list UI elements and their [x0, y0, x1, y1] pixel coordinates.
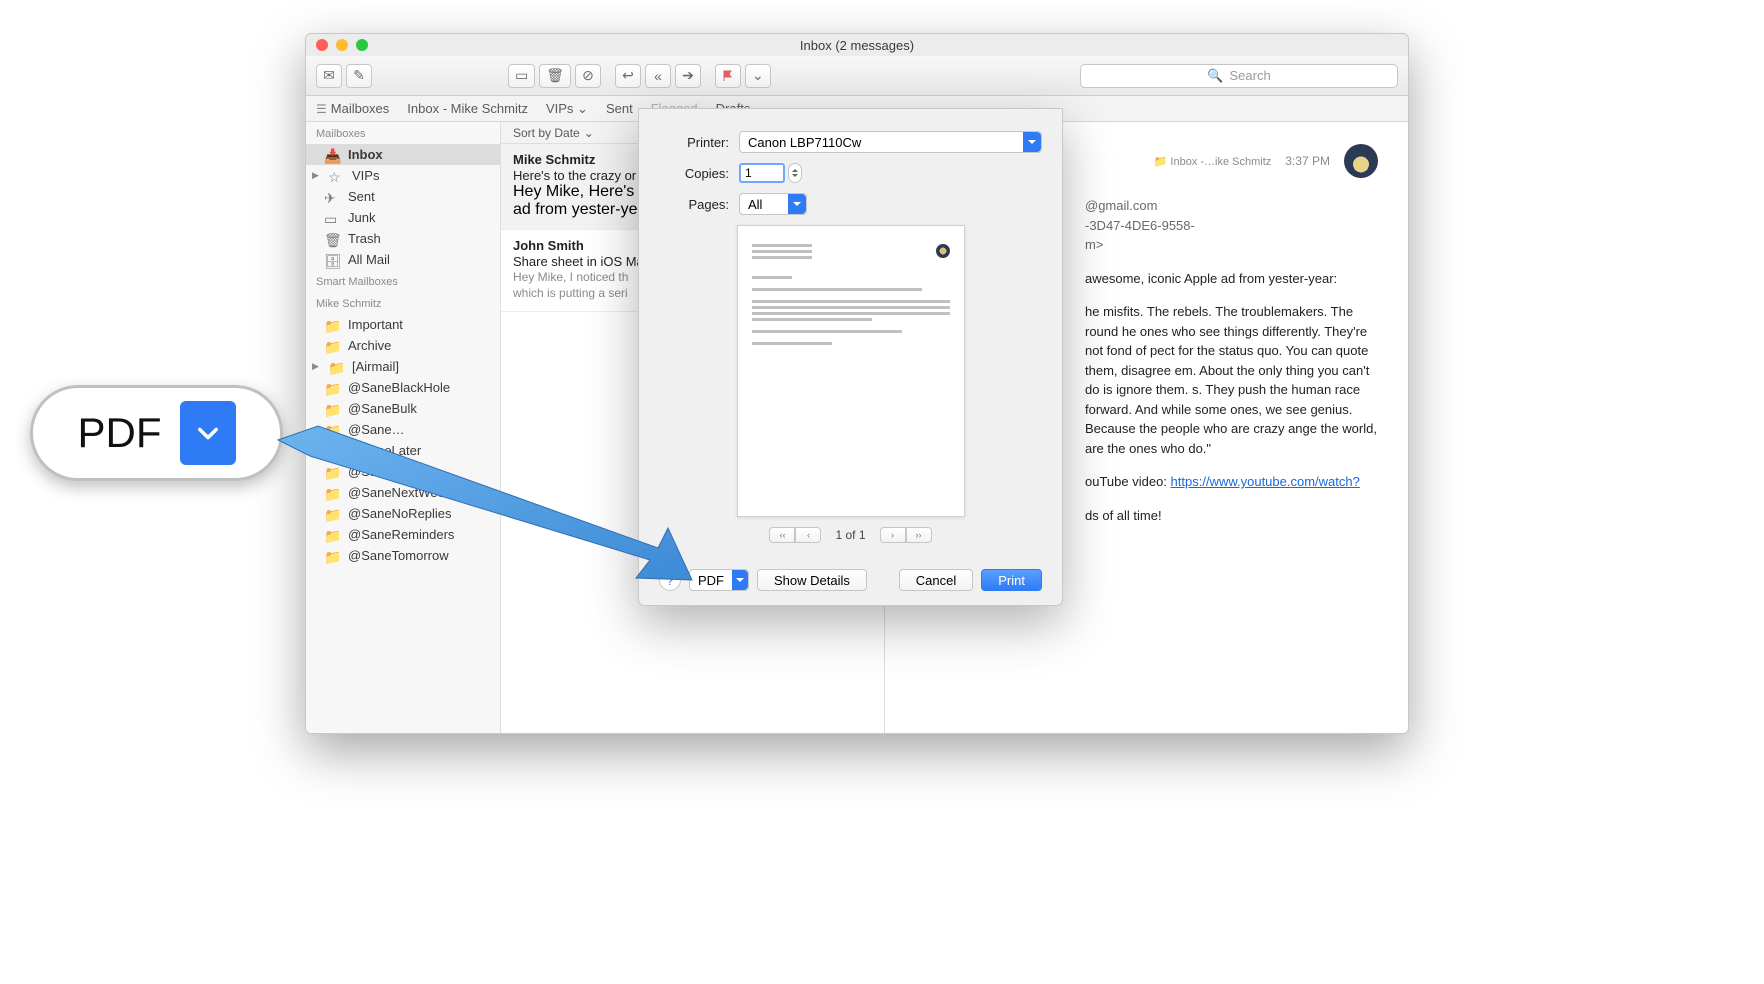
get-mail-button[interactable]: ✉ [316, 64, 342, 88]
junk-icon: ▭ [324, 211, 340, 225]
fav-inbox-account[interactable]: Inbox - Mike Schmitz [407, 101, 528, 116]
fav-vips[interactable]: VIPs ⌄ [546, 101, 588, 117]
flag-button[interactable] [715, 64, 741, 88]
sidebar-vips[interactable]: ▶☆VIPs [306, 165, 500, 186]
sidebar: Mailboxes 📥Inbox ▶☆VIPs ✈Sent ▭Junk 🗑Tra… [306, 122, 501, 733]
cancel-button[interactable]: Cancel [899, 569, 973, 591]
star-icon: ☆ [328, 169, 344, 183]
fav-sent[interactable]: Sent [606, 101, 633, 116]
fav-mailboxes[interactable]: ☰Mailboxes [316, 101, 389, 116]
help-button[interactable]: ? [659, 569, 681, 591]
reader-folder: 📁 Inbox -…ike Schmitz [1154, 155, 1272, 168]
search-placeholder: Search [1229, 68, 1270, 83]
chevron-down-icon [1023, 132, 1041, 152]
disclosure-icon[interactable]: ▶ [312, 361, 320, 372]
folder-icon: 📁 [324, 444, 340, 458]
sidebar-allmail[interactable]: 🗄All Mail [306, 249, 500, 270]
folder-icon: 📁 [324, 318, 340, 332]
copies-label: Copies: [659, 166, 729, 181]
reply-all-button[interactable]: « [645, 64, 671, 88]
chevron-down-icon [788, 194, 806, 214]
copies-input[interactable] [739, 163, 785, 183]
sidebar-folder[interactable]: 📁@SaneBulk [306, 398, 500, 419]
sidebar-section-smart: Smart Mailboxes [306, 270, 500, 292]
junk-button[interactable]: ⊘ [575, 64, 601, 88]
sidebar-inbox[interactable]: 📥Inbox [306, 144, 500, 165]
folder-icon: 📁 [324, 549, 340, 563]
print-preview: ‹‹‹ 1 of 1 ››› [659, 225, 1042, 557]
sidebar-folder[interactable]: 📁Archive [306, 335, 500, 356]
callout-pdf: PDF [30, 385, 283, 481]
sidebar-junk[interactable]: ▭Junk [306, 207, 500, 228]
pager-prev-group[interactable]: ‹‹‹ [769, 527, 821, 543]
sidebar-sent[interactable]: ✈Sent [306, 186, 500, 207]
sidebar-folder[interactable]: 📁@SaneTomorrow [306, 545, 500, 566]
sidebar-folder[interactable]: 📁@SaneLater [306, 440, 500, 461]
archive-button[interactable]: ▭ [508, 64, 535, 88]
folder-icon: 📁 [328, 360, 344, 374]
folder-icon: 📁 [324, 486, 340, 500]
avatar [1344, 144, 1378, 178]
pdf-menu-button[interactable]: PDF [689, 569, 749, 591]
folder-icon: 📁 [324, 528, 340, 542]
sidebar-section-account: Mike Schmitz [306, 292, 500, 314]
print-dialog: Printer: Canon LBP7110Cw Copies: Pages: … [638, 108, 1063, 606]
show-details-button[interactable]: Show Details [757, 569, 867, 591]
sidebar-trash[interactable]: 🗑Trash [306, 228, 500, 249]
toolbar: ✉ ✎ ▭ 🗑 ⊘ ↩ « ➔ ⌄ 🔍 Search [306, 56, 1408, 96]
pager-next-group[interactable]: ››› [880, 527, 932, 543]
avatar [936, 244, 950, 258]
callout-dropdown-icon [180, 401, 236, 465]
sidebar-folder[interactable]: 📁@SaneBlackHole [306, 377, 500, 398]
sidebar-folder[interactable]: ▶📁[Airmail] [306, 356, 500, 377]
delete-button[interactable]: 🗑 [539, 64, 571, 88]
folder-icon: 📁 [324, 339, 340, 353]
tray-icon: 🗄 [324, 253, 340, 267]
reader-time: 3:37 PM [1285, 154, 1330, 168]
search-icon: 🔍 [1207, 68, 1223, 84]
sidebar-folder[interactable]: 📁@SaneReminders [306, 524, 500, 545]
youtube-link[interactable]: https://www.youtube.com/watch? [1171, 474, 1360, 489]
flag-menu-button[interactable]: ⌄ [745, 64, 771, 88]
pages-select[interactable]: All [739, 193, 807, 215]
printer-label: Printer: [659, 135, 729, 150]
reply-button[interactable]: ↩ [615, 64, 641, 88]
folder-icon: 📁 [324, 507, 340, 521]
forward-button[interactable]: ➔ [675, 64, 701, 88]
compose-button[interactable]: ✎ [346, 64, 372, 88]
page-counter: 1 of 1 [835, 528, 865, 542]
folder-icon: 📁 [324, 381, 340, 395]
sidebar-folder[interactable]: 📁@SaneNews [306, 461, 500, 482]
folder-icon: 📁 [324, 402, 340, 416]
sidebar-folder[interactable]: 📁@SaneNextWeek [306, 482, 500, 503]
window-title: Inbox (2 messages) [306, 38, 1408, 53]
print-button[interactable]: Print [981, 569, 1042, 591]
sidebar-folder[interactable]: 📁Important [306, 314, 500, 335]
sent-icon: ✈ [324, 190, 340, 204]
sidebar-section-mailboxes: Mailboxes [306, 122, 500, 144]
pages-label: Pages: [659, 197, 729, 212]
preview-page [737, 225, 965, 517]
copies-stepper[interactable] [788, 163, 802, 183]
folder-icon: 📁 [324, 465, 340, 479]
reader-from-tail: @gmail.com [1085, 196, 1378, 216]
sidebar-folder[interactable]: 📁@Sane… [306, 419, 500, 440]
callout-label: PDF [78, 409, 162, 457]
trash-icon: 🗑 [324, 232, 340, 246]
reader-id-tail: -3D47-4DE6-9558- [1085, 216, 1378, 236]
chevron-down-icon [732, 570, 748, 590]
inbox-icon: 📥 [324, 148, 340, 162]
folder-icon: 📁 [324, 423, 340, 437]
titlebar: Inbox (2 messages) [306, 34, 1408, 56]
chevron-down-icon: ⌄ [584, 126, 594, 140]
reader-to-tail: m> [1085, 235, 1378, 255]
disclosure-icon[interactable]: ▶ [312, 170, 320, 181]
sidebar-folder[interactable]: 📁@SaneNoReplies [306, 503, 500, 524]
printer-select[interactable]: Canon LBP7110Cw [739, 131, 1042, 153]
search-field[interactable]: 🔍 Search [1080, 64, 1398, 88]
